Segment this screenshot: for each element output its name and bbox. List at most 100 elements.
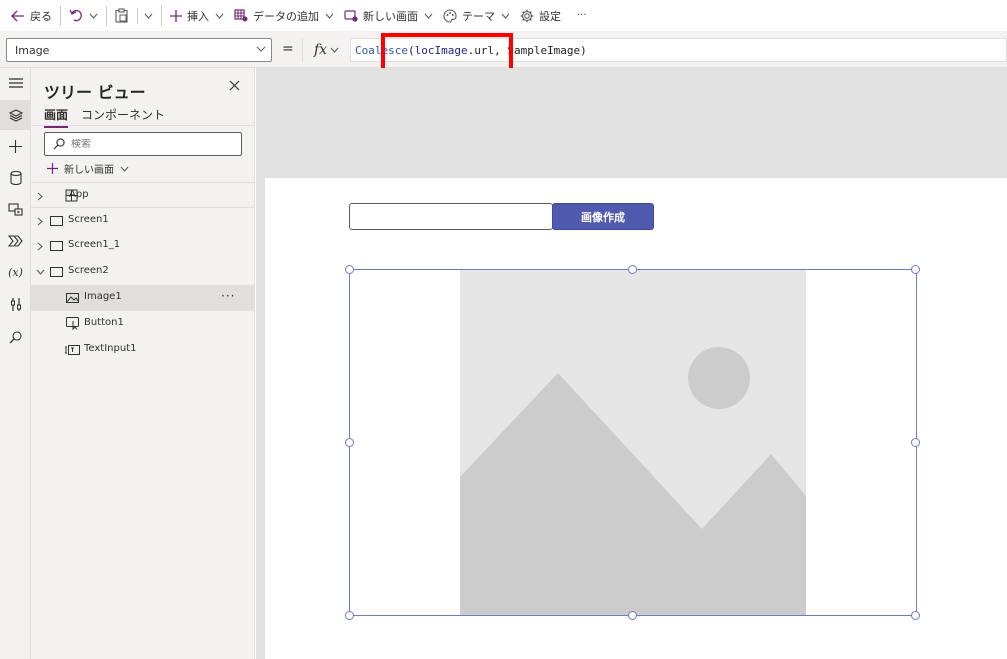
tree-item-screen[interactable]: Screen2 [31, 259, 255, 285]
screen-icon [50, 241, 63, 251]
left-rail: (x) [0, 68, 31, 659]
more-label: ··· [577, 10, 587, 21]
settings-button[interactable]: 設定 [515, 0, 566, 31]
media-icon [8, 202, 23, 216]
new-screen-link-label: 新しい画面 [64, 165, 114, 176]
chevron-down-icon [325, 13, 334, 19]
divider [31, 125, 255, 126]
clipboard-icon [115, 8, 128, 23]
theme-button[interactable]: テーマ [438, 0, 515, 31]
screen-icon [50, 267, 63, 277]
hamburger-icon [8, 78, 23, 88]
chevron-right-icon[interactable] [37, 242, 43, 251]
tree-search-box[interactable] [44, 132, 242, 156]
chevron-right-icon[interactable] [37, 217, 43, 226]
plus-icon [170, 9, 182, 22]
advanced-tools-rail-button[interactable] [0, 289, 31, 319]
tree-item-text: Image1 [84, 291, 122, 302]
resize-handle-top-right[interactable] [911, 265, 920, 274]
search-rail-button[interactable] [0, 322, 31, 352]
resize-handle-bottom-left[interactable] [345, 611, 354, 620]
tree-item-textinput1[interactable]: TextInput1 [31, 337, 255, 363]
tree-item-screen[interactable]: Screen1_1 [31, 233, 255, 259]
settings-label: 設定 [539, 9, 561, 23]
tree-item-text: Button1 [84, 317, 124, 328]
hamburger-menu-button[interactable] [0, 68, 31, 98]
button-control-icon [66, 317, 79, 330]
tree-item-text: Screen1_1 [68, 239, 121, 250]
tree-item-text: Screen1 [68, 214, 109, 225]
gear-icon [520, 9, 534, 22]
image-control-selection[interactable] [349, 269, 917, 616]
image-control-icon [66, 293, 79, 303]
add-data-label: データの追加 [253, 9, 319, 23]
layers-icon [8, 108, 23, 122]
insert-label: 挿入 [187, 9, 209, 23]
resize-handle-top[interactable] [628, 265, 637, 274]
fx-label: fx [313, 42, 328, 58]
paste-button[interactable] [110, 0, 158, 31]
tree-item-image1[interactable]: Image1 ··· [31, 285, 255, 311]
palette-icon [443, 8, 457, 23]
new-screen-button[interactable]: 新しい画面 [339, 0, 438, 31]
resize-handle-top-left[interactable] [345, 265, 354, 274]
tree-view-panel: ツリー ビュー 画面 コンポーネント 新しい画面 App Screen1 Scr… [31, 68, 255, 659]
tree-item-app[interactable]: App [31, 183, 255, 209]
command-bar: 戻る 挿入 データの追加 新しい画面 テーマ 設定 ··· [0, 0, 1007, 31]
database-table-icon [234, 9, 248, 22]
property-value: Image [15, 43, 50, 57]
chevron-down-icon[interactable] [36, 269, 45, 275]
divider [161, 5, 162, 26]
equals-sign: = [282, 41, 294, 57]
chevron-down-icon [256, 46, 266, 52]
chevron-down-icon[interactable] [89, 13, 98, 19]
tree-view-rail-button[interactable] [0, 100, 31, 130]
back-button[interactable]: 戻る [6, 0, 57, 31]
flow-icon [8, 235, 23, 247]
theme-label: テーマ [462, 9, 495, 23]
search-input[interactable] [71, 138, 221, 150]
resize-handle-right[interactable] [911, 438, 920, 447]
screen-icon [50, 216, 63, 226]
variables-rail-button[interactable]: (x) [0, 257, 31, 287]
back-label: 戻る [30, 9, 52, 23]
resize-handle-left[interactable] [345, 438, 354, 447]
chevron-down-icon [501, 13, 510, 19]
insert-rail-button[interactable] [0, 131, 31, 161]
tree-item-label: App [69, 189, 89, 200]
plus-icon [9, 139, 22, 153]
add-data-button[interactable]: データの追加 [229, 0, 339, 31]
annotation-highlight-box [381, 33, 513, 72]
chevron-down-icon [330, 47, 339, 53]
search-icon [53, 138, 65, 150]
data-rail-button[interactable] [0, 163, 31, 193]
resize-handle-bottom-right[interactable] [911, 611, 920, 620]
text-input-control[interactable] [349, 203, 553, 230]
tree-item-screen[interactable]: Screen1 [31, 208, 255, 234]
close-icon[interactable] [229, 80, 240, 91]
create-image-button[interactable]: 画像作成 [552, 203, 654, 230]
resize-handle-bottom[interactable] [628, 611, 637, 620]
property-dropdown[interactable]: Image [6, 38, 272, 62]
more-commands-button[interactable]: ··· [566, 0, 592, 31]
chevron-down-icon [424, 13, 433, 19]
undo-icon [69, 9, 82, 22]
power-automate-rail-button[interactable] [0, 226, 31, 256]
search-icon [9, 330, 22, 343]
plus-icon [47, 163, 58, 174]
fx-button[interactable]: fx [302, 38, 350, 62]
insert-button[interactable]: 挿入 [165, 0, 229, 31]
chevron-down-icon [120, 166, 129, 172]
tree-item-button1[interactable]: Button1 [31, 311, 255, 337]
chevron-down-icon[interactable] [144, 13, 153, 19]
tree-item-text: App [69, 189, 89, 200]
chevron-down-icon [215, 13, 224, 19]
new-screen-label: 新しい画面 [363, 9, 418, 23]
divider [106, 5, 107, 26]
undo-button[interactable] [64, 0, 103, 31]
arrow-left-icon [11, 10, 24, 21]
chevron-right-icon[interactable] [37, 192, 43, 201]
more-options-button[interactable]: ··· [221, 289, 235, 303]
media-rail-button[interactable] [0, 194, 31, 224]
new-screen-link[interactable]: 新しい画面 [47, 161, 129, 176]
